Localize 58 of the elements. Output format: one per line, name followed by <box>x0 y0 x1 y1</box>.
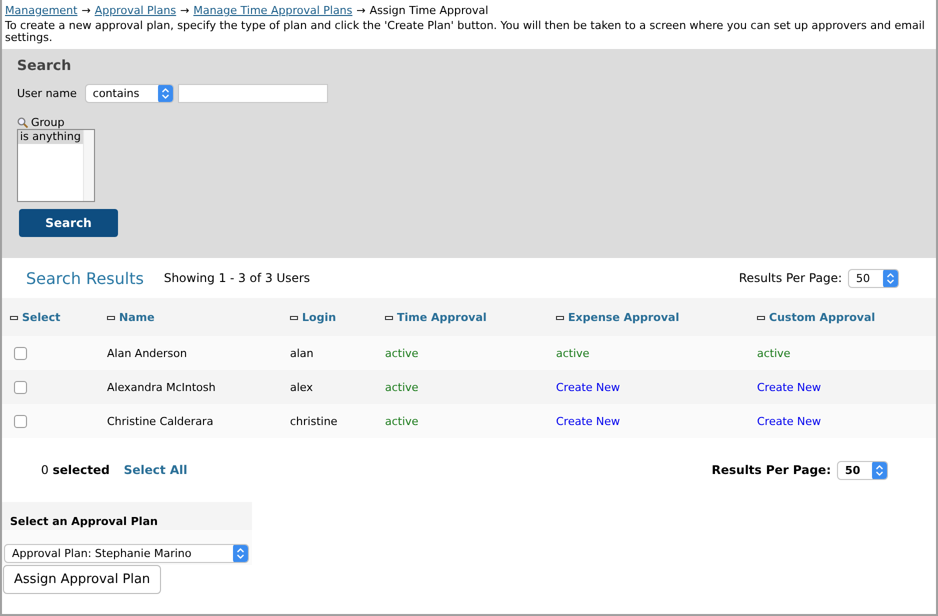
group-listbox[interactable]: is anything <box>17 129 95 202</box>
section-heading: Select an Approval Plan <box>9 514 159 530</box>
stepper-icon <box>233 545 248 562</box>
table-cell: christine <box>290 414 338 428</box>
create-new-link[interactable]: Create New <box>757 414 822 428</box>
approval-plan-dropdown[interactable]: Approval Plan: Stephanie Marino <box>4 544 249 563</box>
search-icon <box>17 117 28 128</box>
stepper-icon <box>883 270 898 286</box>
scrollbar-track[interactable] <box>82 130 94 201</box>
selected-label: selected <box>52 463 110 477</box>
stepper-icon <box>872 462 887 478</box>
breadcrumb-link[interactable]: Management <box>5 4 78 17</box>
table-cell: alex <box>290 380 313 394</box>
column-header[interactable]: Time Approval <box>397 311 487 324</box>
table-cell: Alexandra McIntosh <box>107 380 216 394</box>
column-header[interactable]: Expense Approval <box>568 311 680 324</box>
create-new-link[interactable]: Create New <box>556 414 620 428</box>
user-name-field[interactable] <box>178 84 328 103</box>
stepper-icon <box>158 85 173 102</box>
breadcrumb-separator: → <box>81 4 91 17</box>
field-label: Group <box>31 116 64 129</box>
breadcrumb-link[interactable]: Approval Plans <box>94 4 176 17</box>
results-summary: Showing 1 - 3 of 3 Users <box>164 271 310 285</box>
status-text: active <box>757 346 790 360</box>
field-label: Results Per Page: <box>712 463 831 477</box>
breadcrumb-link[interactable]: Manage Time Approval Plans <box>193 4 352 17</box>
select-all-link[interactable]: Select All <box>124 463 188 477</box>
per-page-dropdown[interactable]: 50 <box>848 268 899 288</box>
listbox-option[interactable]: is anything <box>18 130 83 144</box>
table-cell: alan <box>290 346 314 360</box>
breadcrumb-separator: → <box>180 4 190 17</box>
create-new-link[interactable]: Create New <box>556 380 620 394</box>
row-checkbox[interactable] <box>14 380 27 394</box>
column-header[interactable]: Login <box>302 311 336 324</box>
row-checkbox[interactable] <box>14 346 27 360</box>
table-cell: Alan Anderson <box>107 346 187 360</box>
minus-icon <box>10 316 18 320</box>
search-heading: Search <box>17 58 72 74</box>
field-label: Results Per Page: <box>738 271 842 285</box>
selected-count: 0 <box>41 463 49 477</box>
assign-approval-plan-button[interactable]: Assign Approval Plan <box>3 565 162 594</box>
search-button[interactable]: Search <box>19 209 118 237</box>
table-cell: Christine Calderara <box>107 414 214 428</box>
status-text: active <box>385 414 418 428</box>
status-text: active <box>385 380 418 394</box>
field-label: User name <box>17 87 77 100</box>
column-header[interactable]: Select <box>22 311 60 324</box>
operator-dropdown[interactable]: contains <box>84 84 174 103</box>
row-checkbox[interactable] <box>14 414 27 428</box>
create-new-link[interactable]: Create New <box>757 380 822 394</box>
status-text: active <box>385 346 418 360</box>
breadcrumb-separator: → <box>356 4 366 17</box>
results-heading: Search Results <box>26 268 144 288</box>
breadcrumb-current: Assign Time Approval <box>370 4 488 17</box>
instructions-text: To create a new approval plan, specify the type of plan and click the 'Create Plan' button. You will then be taken to a screen where you can set up approvers and email settings. <box>5 20 926 44</box>
status-text: active <box>556 346 590 360</box>
per-page-dropdown[interactable]: 50 <box>837 460 888 480</box>
column-header[interactable]: Name <box>119 311 155 324</box>
